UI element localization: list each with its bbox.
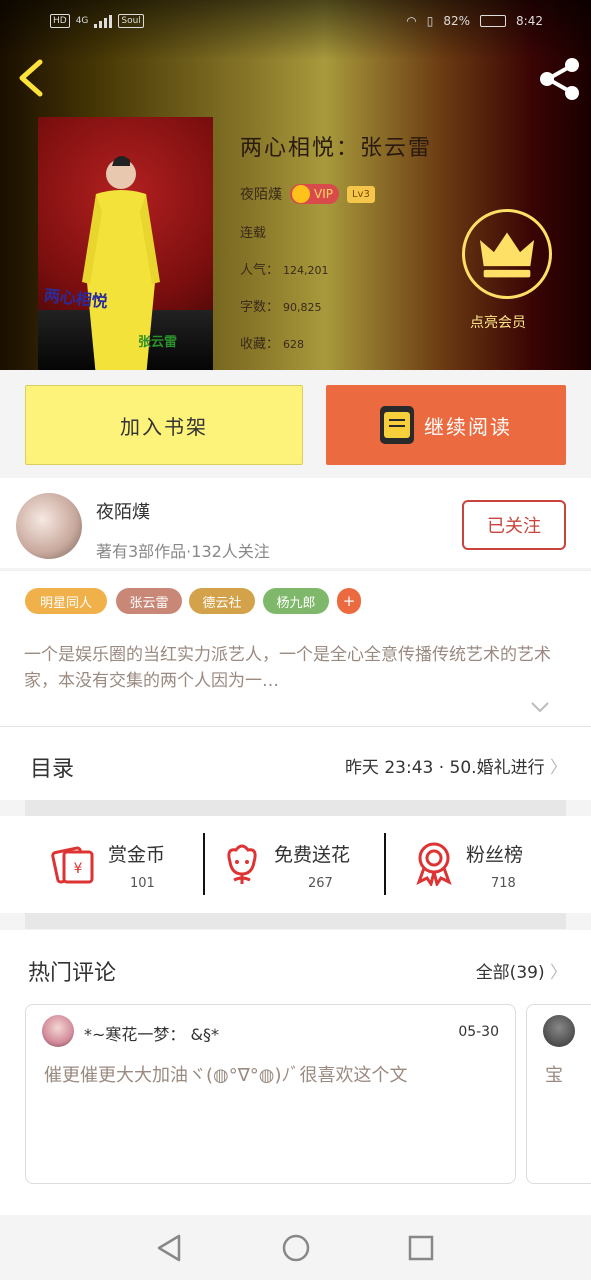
author-name[interactable]: 夜陌熯	[96, 498, 150, 524]
divider	[384, 833, 386, 895]
chevron-right-icon: 〉	[550, 963, 567, 983]
book-cover[interactable]: 两心相悦 张云雷	[38, 117, 213, 370]
add-tag-button[interactable]: +	[337, 588, 361, 614]
comment-card[interactable]: 宝	[526, 1004, 591, 1184]
tag-list: 明星同人 张云雷 德云社 杨九郎 +	[0, 570, 591, 630]
battery-percent: 82%	[443, 14, 471, 28]
crown-icon	[292, 185, 310, 203]
comment-date: 05-30	[458, 1024, 499, 1040]
gift-coin-icon: ¥	[51, 846, 94, 884]
book-info: 两心相悦：张云雷 夜陌熯 VIP Lv3 连载 人气： 124,201 字数： 90…	[240, 130, 432, 352]
nav-recents-icon[interactable]	[406, 1233, 436, 1263]
signal-icon	[94, 14, 113, 28]
book-header: HD 4G Soul ◠ ▯ 82% 8:42 两心相悦 张云雷 两心相悦：张云…	[0, 0, 591, 370]
system-nav-bar	[0, 1215, 591, 1280]
author-avatar[interactable]	[16, 493, 82, 559]
divider	[203, 833, 205, 895]
share-icon[interactable]	[535, 55, 583, 103]
nav-back-icon[interactable]	[155, 1233, 185, 1263]
comment-text: 催更催更大大加油ヾ(◍°∇°◍)ﾉﾞ很喜欢这个文	[44, 1065, 408, 1086]
svg-text:¥: ¥	[74, 861, 83, 877]
book-author[interactable]: 夜陌熯	[240, 184, 282, 204]
chevron-right-icon: 〉	[550, 758, 567, 778]
tag-chip[interactable]: 杨九郎	[263, 588, 329, 614]
stats-panel: ¥ 赏金币 101 免费送花 267 粉丝榜 718	[0, 816, 591, 913]
vip-badge: VIP	[290, 184, 339, 204]
follow-button[interactable]: 已关注	[462, 500, 566, 550]
book-icon	[380, 406, 414, 444]
tag-chip[interactable]: 张云雷	[116, 588, 182, 614]
word-count-row: 字数： 90,825	[240, 300, 322, 315]
back-arrow-icon[interactable]	[14, 58, 54, 98]
free-flower-stat[interactable]: 免费送花 267	[222, 816, 382, 913]
commenter-name: *~寒花一梦： &§*	[84, 1025, 219, 1044]
battery-icon	[480, 15, 507, 27]
nav-home-icon[interactable]	[281, 1233, 311, 1263]
book-description[interactable]: 一个是娱乐圈的当红实力派艺人，一个是全心全意传播传统艺术的艺术家，本没有交集的两…	[0, 630, 591, 726]
comment-text: 宝	[545, 1065, 563, 1086]
hot-comments-section: 热门评论 全部(39) 〉 *~寒花一梦： &§* 05-30 催更催更大大加油…	[0, 930, 591, 1220]
expand-chevron-icon[interactable]	[530, 700, 550, 714]
book-title: 两心相悦：张云雷	[240, 136, 433, 161]
author-panel: 夜陌熯 著有3部作品·132人关注 已关注	[0, 478, 591, 568]
flower-icon	[227, 844, 257, 884]
fan-rank-stat[interactable]: 粉丝榜 718	[414, 816, 564, 913]
cover-name-text: 张云雷	[138, 335, 178, 350]
popularity-row: 人气： 124,201	[240, 263, 329, 278]
comment-card[interactable]: *~寒花一梦： &§* 05-30 催更催更大大加油ヾ(◍°∇°◍)ﾉﾞ很喜欢这…	[25, 1004, 516, 1184]
tag-chip[interactable]: 明星同人	[25, 588, 107, 614]
all-comments-link[interactable]: 全部(39) 〉	[476, 958, 567, 983]
table-of-contents-row[interactable]: 目录 昨天 23:43 · 50.婚礼进行 〉	[0, 726, 591, 800]
status-bar: HD 4G Soul ◠ ▯ 82% 8:42	[0, 0, 591, 44]
app-badge: Soul	[118, 14, 144, 28]
toc-title: 目录	[30, 757, 75, 782]
member-crown-button[interactable]	[462, 209, 552, 299]
divider	[25, 913, 566, 929]
member-label[interactable]: 点亮会员	[470, 312, 550, 332]
book-status: 连载	[240, 226, 267, 241]
tag-chip[interactable]: 德云社	[189, 588, 255, 614]
commenter-avatar[interactable]	[42, 1015, 74, 1047]
add-to-shelf-button[interactable]: 加入书架	[25, 385, 303, 465]
signal-type: 4G	[75, 16, 89, 26]
continue-reading-button[interactable]: 继续阅读	[326, 385, 566, 465]
network-badge: HD	[50, 14, 70, 28]
level-badge: Lv3	[346, 185, 375, 203]
commenter-avatar[interactable]	[543, 1015, 575, 1047]
divider	[25, 800, 566, 816]
favorites-row: 收藏： 628	[240, 337, 305, 352]
comments-title: 热门评论	[28, 961, 117, 986]
headphones-icon: ◠	[406, 14, 417, 28]
reward-coins-stat[interactable]: ¥ 赏金币 101	[50, 816, 200, 913]
toc-latest-chapter: 昨天 23:43 · 50.婚礼进行 〉	[344, 758, 567, 778]
author-summary: 著有3部作品·132人关注	[96, 542, 270, 561]
medal-icon	[416, 842, 452, 886]
vibrate-icon: ▯	[426, 14, 434, 28]
clock: 8:42	[516, 14, 543, 28]
